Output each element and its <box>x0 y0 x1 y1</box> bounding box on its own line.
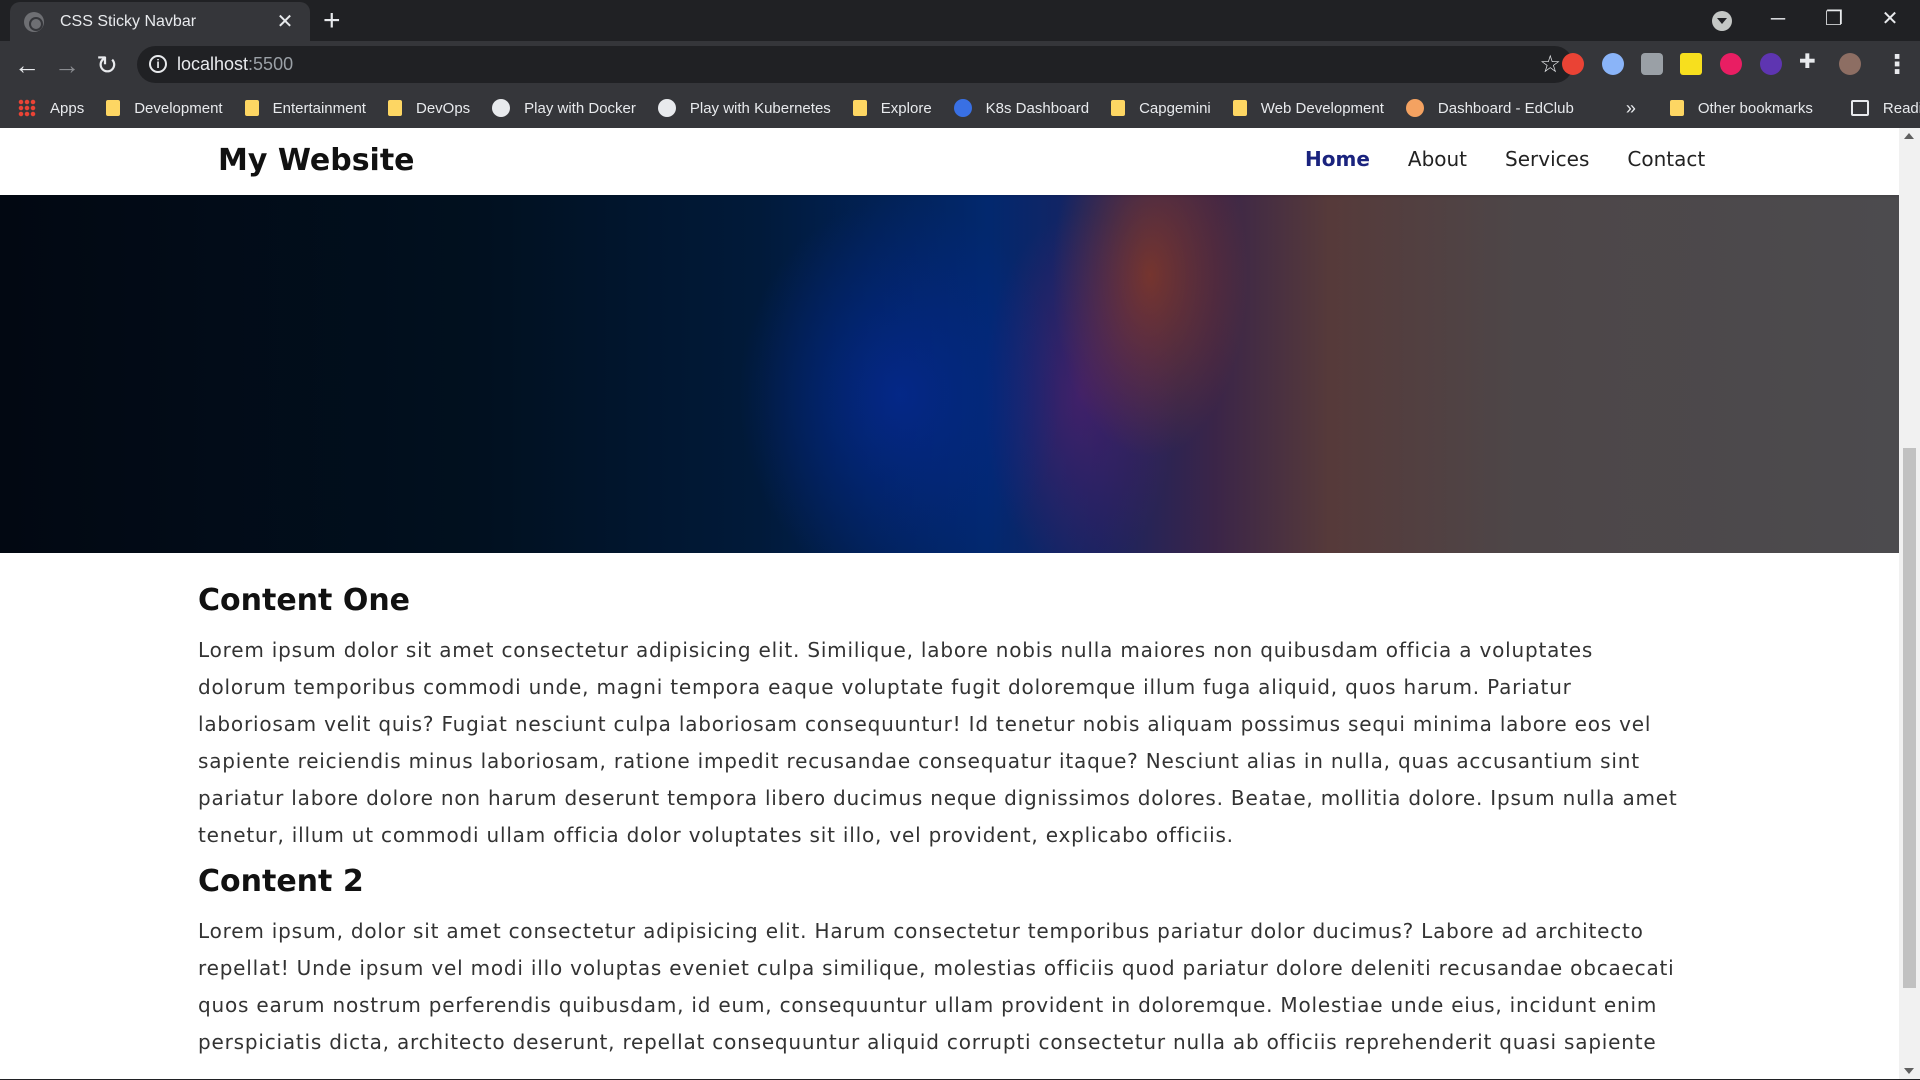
section-heading: Content 2 <box>198 864 364 899</box>
forward-icon[interactable]: → <box>51 49 83 81</box>
reading-list[interactable]: Reading list <box>1850 99 1920 117</box>
site-logo[interactable]: My Website <box>218 143 415 178</box>
close-window-icon[interactable]: ✕ <box>1862 4 1918 34</box>
bookmark-label: Dashboard - EdClub <box>1437 99 1574 117</box>
nav-link-about[interactable]: About <box>1408 147 1467 171</box>
bookmark-entertainment[interactable]: Entertainment <box>244 99 366 117</box>
bookmark-edclub[interactable]: Dashboard - EdClub <box>1405 99 1574 117</box>
tab-title: CSS Sticky Navbar <box>60 12 197 30</box>
url-port: :5500 <box>248 54 294 74</box>
site-info-icon[interactable]: i <box>149 55 167 73</box>
page-viewport: My Website Home About Services Contact C… <box>0 128 1899 1079</box>
bookmark-label: DevOps <box>415 99 471 117</box>
reading-list-icon <box>1850 100 1869 116</box>
browser-toolbar: ← → ↻ i localhost:5500 ☆ ✚ ⋮ <box>0 41 1920 88</box>
reload-icon[interactable]: ↻ <box>91 49 123 81</box>
folder-icon <box>1669 100 1684 116</box>
bookmark-explore[interactable]: Explore <box>852 99 932 117</box>
scroll-down-arrow-icon[interactable] <box>1904 1068 1914 1074</box>
bookmark-play-with-docker[interactable]: Play with Docker <box>492 99 636 117</box>
folder-icon <box>387 100 402 116</box>
bookmark-label: Explore <box>880 99 932 117</box>
url-text: localhost:5500 <box>177 54 293 75</box>
nav-link-contact[interactable]: Contact <box>1627 147 1705 171</box>
extension-js-icon[interactable] <box>1680 53 1702 75</box>
chrome-menu-icon[interactable]: ⋮ <box>1884 49 1910 79</box>
address-bar[interactable]: i localhost:5500 ☆ <box>137 46 1573 83</box>
extension-adblock-icon[interactable] <box>1562 53 1584 75</box>
apps-grid-icon <box>18 99 36 117</box>
bookmark-play-with-kubernetes[interactable]: Play with Kubernetes <box>657 99 831 117</box>
hero-image <box>0 195 1899 553</box>
section-paragraph: Lorem ipsum dolor sit amet consectetur a… <box>198 638 1678 847</box>
bookmarks-bar: Apps Development Entertainment DevOps Pl… <box>0 88 1920 128</box>
bookmark-label: Entertainment <box>272 99 366 117</box>
bookmark-label: Web Development <box>1260 99 1384 117</box>
restore-icon[interactable]: ❐ <box>1806 4 1862 34</box>
bookmark-capgemini[interactable]: Capgemini <box>1111 100 1211 117</box>
url-host: localhost <box>177 54 249 74</box>
kubernetes-icon <box>953 99 972 117</box>
bookmark-label: Reading list <box>1882 99 1920 117</box>
new-tab-icon[interactable]: + <box>323 6 341 36</box>
folder-icon <box>106 100 121 116</box>
minimize-icon[interactable]: ─ <box>1750 4 1806 34</box>
edclub-icon <box>1405 99 1424 117</box>
more-bookmarks-chevron-icon[interactable]: » <box>1626 98 1636 119</box>
bookmark-label: Development <box>134 99 223 117</box>
folder-icon <box>1232 100 1247 116</box>
bookmark-devops[interactable]: DevOps <box>387 99 471 117</box>
bookmark-label: Other bookmarks <box>1697 99 1813 117</box>
close-tab-icon[interactable]: ✕ <box>274 9 296 34</box>
folder-icon <box>1111 100 1126 116</box>
section-paragraph: Lorem ipsum, dolor sit amet consectetur … <box>198 919 1675 1054</box>
globe-icon <box>492 99 511 117</box>
extension-block-icon[interactable] <box>1602 53 1624 75</box>
bookmark-label: Play with Docker <box>524 99 636 117</box>
bookmark-label: K8s Dashboard <box>985 99 1090 117</box>
extension-generic-icon[interactable] <box>1641 53 1663 75</box>
nav-links: Home About Services Contact <box>1305 147 1743 171</box>
nav-link-home[interactable]: Home <box>1305 147 1370 171</box>
tab-strip: CSS Sticky Navbar ✕ + ─ ❐ ✕ <box>0 0 1920 41</box>
bookmark-apps[interactable]: Apps <box>18 99 84 117</box>
extensions-puzzle-icon[interactable]: ✚ <box>1799 49 1821 73</box>
bookmark-development[interactable]: Development <box>106 99 223 117</box>
page-scrollbar[interactable] <box>1899 128 1920 1079</box>
bookmark-k8s-dashboard[interactable]: K8s Dashboard <box>953 99 1090 117</box>
sticky-navbar: My Website Home About Services Contact <box>0 128 1899 195</box>
tab-search-icon[interactable] <box>1712 11 1732 31</box>
bookmark-label: Apps <box>50 99 85 117</box>
bookmark-web-development[interactable]: Web Development <box>1232 99 1384 117</box>
profile-avatar[interactable] <box>1839 53 1861 75</box>
folder-icon <box>852 100 867 116</box>
scroll-thumb[interactable] <box>1903 448 1916 988</box>
bookmark-label: Play with Kubernetes <box>689 99 831 117</box>
back-icon[interactable]: ← <box>11 49 43 81</box>
section-heading: Content One <box>198 583 411 618</box>
extension-badge-icon[interactable] <box>1760 53 1782 75</box>
browser-tab[interactable]: CSS Sticky Navbar ✕ <box>10 2 310 41</box>
nav-link-services[interactable]: Services <box>1505 147 1589 171</box>
main-content: Content One Lorem ipsum dolor sit amet c… <box>198 583 1688 1071</box>
scroll-up-arrow-icon[interactable] <box>1904 133 1914 139</box>
bookmark-star-icon[interactable]: ☆ <box>1539 50 1561 79</box>
page-favicon-icon <box>24 11 44 32</box>
bookmark-label: Capgemini <box>1139 99 1211 117</box>
folder-icon <box>244 100 259 116</box>
globe-icon <box>657 99 676 117</box>
other-bookmarks[interactable]: Other bookmarks <box>1669 99 1813 117</box>
extension-t-icon[interactable] <box>1720 53 1742 75</box>
